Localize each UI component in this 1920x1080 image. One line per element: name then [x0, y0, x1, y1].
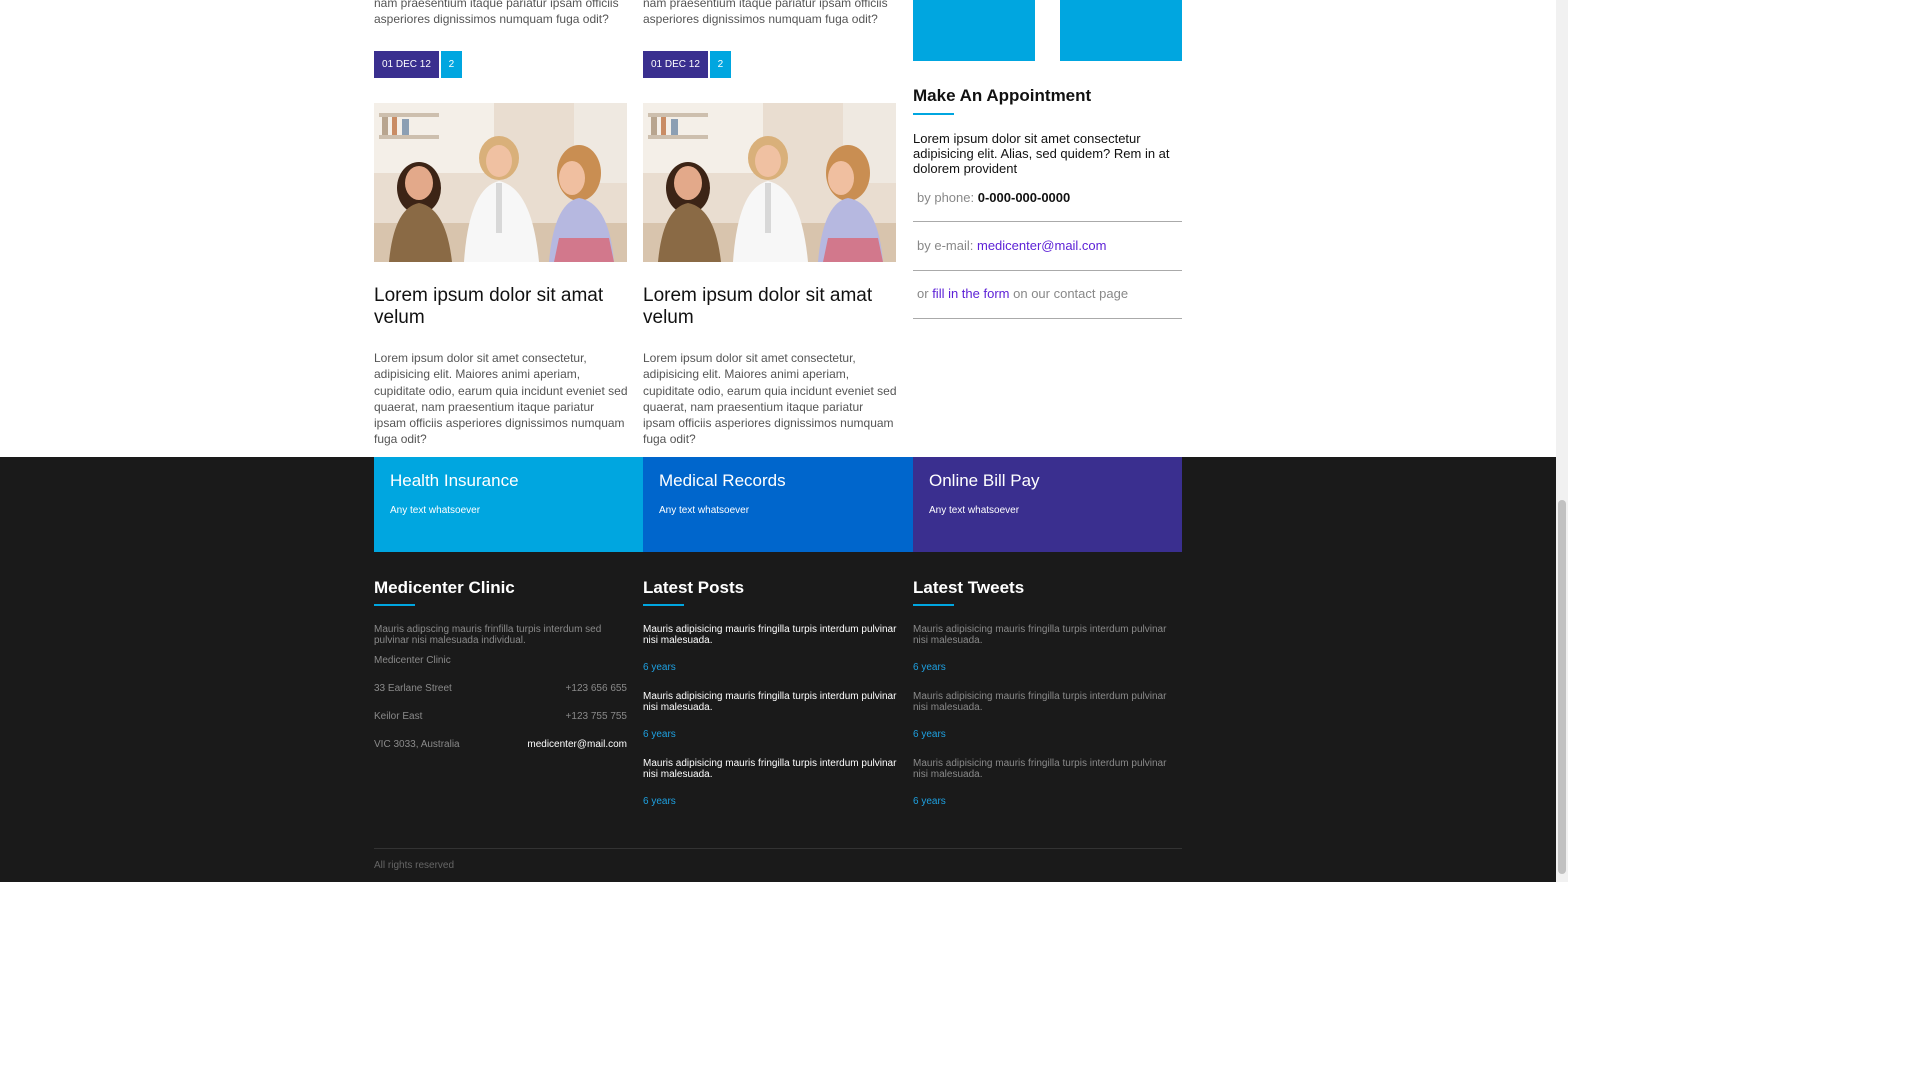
feature-title: Medical Records [659, 471, 786, 490]
latest-post-link[interactable]: Mauris adipisicing mauris fringilla turp… [643, 691, 899, 713]
heading-underline [374, 604, 415, 606]
heading-underline [913, 604, 954, 606]
feature-health-insurance[interactable]: Health Insurance Any text whatsoever [374, 457, 643, 552]
clinic-region: VIC 3033, Australia [374, 739, 460, 750]
feature-text: Any text whatsoever [659, 505, 750, 516]
latest-post-age[interactable]: 6 years [643, 729, 676, 740]
appointment-text: Lorem ipsum dolor sit amet consectetur a… [913, 131, 1170, 176]
form-suffix: on our contact page [1013, 286, 1129, 301]
tweet-age-link[interactable]: 6 years [913, 796, 946, 807]
email-label: by e-mail: [917, 238, 974, 253]
post-image[interactable] [643, 103, 896, 262]
sidebar-tile[interactable] [1060, 0, 1182, 61]
clinic-street: 33 Earlane Street [374, 683, 452, 694]
post-meta: 01 DEC 12 2 [374, 51, 462, 78]
post-excerpt-top-1: nam praesentium itaque pariatur ipsam of… [374, 0, 628, 28]
copyright: All rights reserved [374, 860, 455, 871]
feature-text: Any text whatsoever [390, 505, 481, 516]
doctor-photo [643, 103, 896, 262]
appointment-heading: Make An Appointment [913, 86, 1092, 105]
clinic-name: Medicenter Clinic [374, 655, 451, 666]
latest-post-link[interactable]: Mauris adipisicing mauris fringilla turp… [643, 624, 899, 646]
excerpt-line: asperiores dignissimos numquam fuga odit… [643, 12, 878, 27]
post-meta: 01 DEC 12 2 [643, 51, 731, 78]
clinic-phone-1: +123 656 655 [565, 683, 627, 694]
email-link[interactable]: medicenter@mail.com [977, 238, 1107, 253]
excerpt-line: nam praesentium itaque pariatur ipsam of… [643, 0, 888, 10]
feature-online-bill-pay[interactable]: Online Bill Pay Any text whatsoever [913, 457, 1182, 552]
latest-post-age[interactable]: 6 years [643, 796, 676, 807]
latest-tweets-heading: Latest Tweets [913, 578, 1025, 597]
feature-title: Online Bill Pay [929, 471, 1040, 490]
heading-underline [643, 604, 684, 606]
tweet-text: Mauris adipisicing mauris fringilla turp… [913, 624, 1167, 646]
tweet-text: Mauris adipisicing mauris fringilla turp… [913, 758, 1167, 780]
feature-text: Any text whatsoever [929, 505, 1020, 516]
latest-post-link[interactable]: Mauris adipisicing mauris fringilla turp… [643, 758, 899, 780]
doctor-photo [374, 103, 627, 262]
date-badge: 01 DEC 12 [374, 51, 439, 78]
clinic-phone-2: +123 755 755 [565, 711, 627, 722]
comment-count-badge[interactable]: 2 [709, 51, 731, 78]
tweet-age-link[interactable]: 6 years [913, 662, 946, 673]
contact-form-row: or fill in the form on our contact page [913, 286, 1182, 319]
post-title[interactable]: Lorem ipsum dolor sit amat velum [374, 285, 624, 329]
sidebar-tile[interactable] [913, 0, 1035, 61]
scrollbar-thumb[interactable] [1558, 500, 1566, 874]
tweet-age-link[interactable]: 6 years [913, 729, 946, 740]
contact-phone-row: by phone: 0-000-000-0000 [913, 190, 1182, 222]
heading-underline [913, 113, 954, 115]
post-excerpt: Lorem ipsum dolor sit amet consectetur, … [374, 351, 628, 447]
excerpt-line: nam praesentium itaque pariatur ipsam of… [374, 0, 619, 10]
feature-medical-records[interactable]: Medical Records Any text whatsoever [643, 457, 913, 552]
latest-posts-heading: Latest Posts [643, 578, 745, 597]
phone-label: by phone: [917, 190, 975, 205]
clinic-email-link[interactable]: medicenter@mail.com [497, 739, 627, 750]
post-excerpt: Lorem ipsum dolor sit amet consectetur, … [643, 351, 897, 447]
fill-form-link[interactable]: fill in the form [932, 286, 1009, 301]
date-badge: 01 DEC 12 [643, 51, 708, 78]
form-prefix: or [917, 286, 929, 301]
post-title[interactable]: Lorem ipsum dolor sit amat velum [643, 285, 893, 329]
clinic-intro: Mauris adipscing mauris frinfilla turpis… [374, 624, 602, 646]
feature-title: Health Insurance [390, 471, 519, 490]
clinic-suburb: Keilor East [374, 711, 423, 722]
contact-email-row: by e-mail: medicenter@mail.com [913, 238, 1182, 271]
comment-count-badge[interactable]: 2 [440, 51, 462, 78]
tweet-text: Mauris adipisicing mauris fringilla turp… [913, 691, 1167, 713]
phone-number: 0-000-000-0000 [977, 190, 1071, 205]
post-image[interactable] [374, 103, 627, 262]
latest-post-age[interactable]: 6 years [643, 662, 676, 673]
excerpt-line: asperiores dignissimos numquam fuga odit… [374, 12, 609, 27]
post-excerpt-top-2: nam praesentium itaque pariatur ipsam of… [643, 0, 897, 28]
clinic-heading: Medicenter Clinic [374, 578, 515, 597]
footer-divider [374, 848, 1182, 849]
